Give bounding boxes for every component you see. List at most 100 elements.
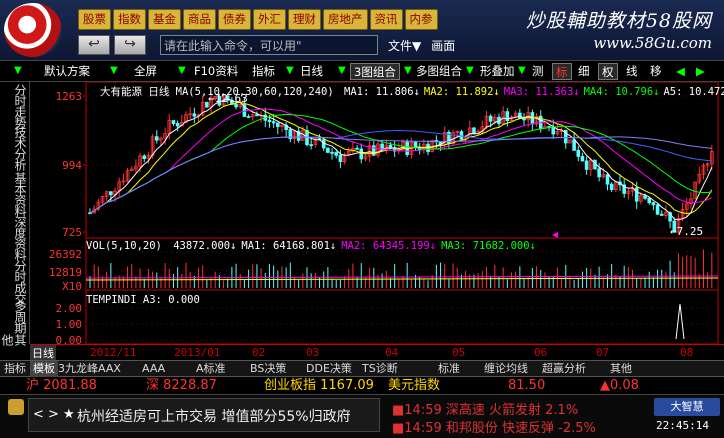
move-button[interactable]: 移 [650,63,662,80]
menu-item-6[interactable]: 理财 [288,9,321,30]
menu-item-0[interactable]: 股票 [78,9,111,30]
menu-item-1[interactable]: 指数 [113,9,146,30]
candle-body [488,115,493,122]
menu-item-3[interactable]: 商品 [183,9,216,30]
indicator-tab-8[interactable]: 标准 [438,361,460,377]
file-menu[interactable]: 文件▼ [388,37,421,54]
back-button[interactable]: ↩ [78,35,110,55]
command-input[interactable] [160,35,378,55]
indicator-tab-6[interactable]: DDE决策 [306,361,352,377]
prev-icon[interactable]: ◀ [676,63,685,80]
indicator-spike [675,303,685,340]
indicator-tab-4[interactable]: A标准 [196,361,226,377]
sz-index[interactable]: 深 8228.87 [146,378,217,394]
sh-index[interactable]: 沪 2081.88 [26,378,97,394]
line-button[interactable]: 线 [626,63,638,80]
candle-body [267,119,272,123]
ma-values: MA1: 11.806↓ MA2: 11.892↓ MA3: 11.363↓ MA4:… [340,86,724,98]
gem-index[interactable]: 创业板指 1167.09 [264,378,374,394]
tab-other[interactable]: 其他 [0,334,27,345]
candle-body [580,156,585,162]
ma-value-3: MA3: 11.363↓ [503,86,580,98]
tab-multi-period[interactable]: 多周期 [4,300,27,333]
indicator-legend: TEMPINDI A3: 0.000 [86,294,200,306]
usd-index-label[interactable]: 美元指数 [388,378,440,394]
combo3-button[interactable]: 3图组合 [350,63,400,80]
indicator-tab-0[interactable]: 指标 [4,361,26,377]
news-scroller[interactable]: < > ★ 杭州经适房可上市交易 增值部分55%归政府 [28,398,380,432]
scheme-button[interactable]: 默认方案 [44,63,90,80]
alert-item[interactable]: ■14:59 深高速 火箭发射 2.1% [392,399,578,418]
main-menu: 股票 指数 基金 商品 债券 外汇 理财 房地产 资讯 内参 [78,9,440,30]
menu-item-5[interactable]: 外汇 [253,9,286,30]
combo3-arrow-icon: ▼ [404,65,412,76]
indicator-arrow-icon: ▼ [286,65,294,76]
ma-value-5: A5: 10.472 [663,86,724,98]
period-tag[interactable]: 日线 [30,345,56,361]
menu-item-4[interactable]: 债券 [218,9,251,30]
news-text[interactable]: 杭州经适房可上市交易 增值部分55%归政府 [77,406,377,426]
candle-body [326,147,330,153]
indicator-tab-5[interactable]: BS决策 [250,361,286,377]
view-menu[interactable]: 画面 [431,37,455,54]
f10-arrow-icon: ▼ [178,65,186,76]
candle-body [192,113,197,117]
candle-body [271,121,276,124]
volume-value-2: MA1: 64168.801↓ [241,240,337,252]
mark-button[interactable]: 标 [552,63,572,80]
indicator-button[interactable]: 指标 [252,63,275,80]
alert-bell-icon[interactable] [8,399,24,415]
indicator-tab-7[interactable]: TS诊断 [362,361,398,377]
tab-trades[interactable]: 分时成交 [4,260,27,304]
candle-body [334,152,339,156]
menu-item-7[interactable]: 房地产 [323,9,368,30]
menu-item-9[interactable]: 内参 [404,9,438,30]
test-button[interactable]: 测 [532,63,544,80]
kline-chart[interactable]: 1263 994 725 26392 12819 X10 2.00 1.00 0.00 ←12.6… [30,82,724,344]
volume-ma-line [85,275,719,279]
alert-item[interactable]: ■14:59 和邦股份 快速反弹 -2.5% [392,417,596,436]
fullscreen-button[interactable]: 全屏 [134,63,157,80]
indicator-tick-1: 1.00 [56,318,83,331]
overlay-button[interactable]: 形叠加 [480,63,515,80]
app-logo-icon[interactable] [4,3,62,57]
usd-index-change: ▲0.08 [600,378,639,393]
brand-logo[interactable]: 大智慧 [654,398,720,416]
indicator-tab-3[interactable]: AAA [142,361,165,377]
right-adjust-button[interactable]: 权 [598,63,618,80]
tab-technical[interactable]: 技术分析 [4,126,27,170]
time-label-4: 04 [385,346,399,359]
volume-legend: VOL(5,10,20) 43872.000↓ MA1: 64168.801↓ MA… [86,240,536,252]
low-annotation: ←7.25 [670,225,703,238]
indicator-tab-10[interactable]: 超赢分析 [542,361,586,377]
candle-body [175,123,180,127]
multi-combo-button[interactable]: 多图组合 [416,63,462,80]
tab-intraday[interactable]: 分时走势 [4,84,27,128]
indicator-tab-1[interactable]: 模板 [30,361,58,377]
candle-body [605,174,610,185]
tab-basic-info[interactable]: 基本资料 [4,172,27,216]
candle-body [338,154,343,163]
menu-item-2[interactable]: 基金 [148,9,181,30]
menu-item-8[interactable]: 资讯 [369,9,403,30]
indicator-tab-2[interactable]: 3九龙峰AAX [58,361,121,377]
volume-tick-2: X10 [62,280,82,293]
fine-button[interactable]: 细 [578,63,590,80]
forward-button[interactable]: ↪ [114,35,146,55]
f10-button[interactable]: F10资料 [194,63,238,80]
time-label-0: 2012/11 [90,346,137,359]
period-button[interactable]: 日线 [300,63,323,80]
candle-body [171,120,176,124]
news-nav-icon[interactable]: < > ★ [33,407,75,422]
candle-body [413,141,418,148]
stock-name: 大有能源 [100,86,142,98]
indicator-tab-9[interactable]: 缠论均线 [484,361,528,377]
candle-body [355,147,359,150]
watermark-url: www.58Gu.com [593,34,712,52]
next-icon[interactable]: ▶ [696,63,705,80]
time-label-7: 07 [596,346,610,359]
tab-deep-info[interactable]: 深度资料 [4,216,27,260]
indicator-tab-11[interactable]: 其他 [610,361,632,377]
candle-body [584,160,589,170]
candle-body [634,187,639,202]
